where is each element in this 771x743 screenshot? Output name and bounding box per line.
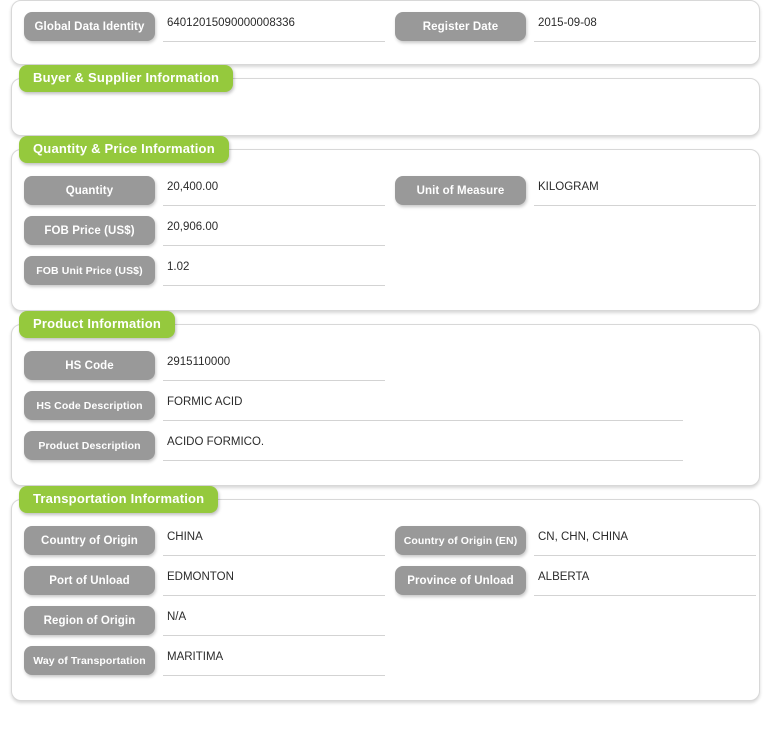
- section-panel-quantity-price: Quantity & Price Information Quantity 20…: [11, 136, 760, 311]
- field-value[interactable]: CHINA: [163, 526, 385, 556]
- trade-record-page: Global Data Identity 6401201509000000833…: [0, 0, 771, 743]
- field-region-of-origin: Region of Origin N/A: [24, 606, 385, 636]
- field-value[interactable]: FORMIC ACID: [163, 391, 683, 421]
- field-global-data-identity: Global Data Identity 6401201509000000833…: [24, 12, 385, 42]
- field-row: Quantity 20,400.00 Unit of Measure KILOG…: [12, 176, 759, 216]
- field-row: HS Code Description FORMIC ACID: [12, 391, 759, 431]
- field-value[interactable]: N/A: [163, 606, 385, 636]
- field-value[interactable]: MARITIMA: [163, 646, 385, 676]
- field-value[interactable]: 2015-09-08: [534, 12, 756, 42]
- field-row: FOB Unit Price (US$) 1.02: [12, 256, 759, 296]
- field-label: Register Date: [395, 12, 526, 41]
- field-label: Country of Origin (EN): [395, 526, 526, 555]
- field-value[interactable]: 64012015090000008336: [163, 12, 385, 42]
- field-label: Port of Unload: [24, 566, 155, 595]
- field-label: Unit of Measure: [395, 176, 526, 205]
- section-rows-quantity-price: Quantity 20,400.00 Unit of Measure KILOG…: [12, 176, 759, 296]
- field-label: FOB Price (US$): [24, 216, 155, 245]
- section-panel-transportation: Transportation Information Country of Or…: [11, 486, 760, 701]
- field-hs-code-description: HS Code Description FORMIC ACID: [24, 391, 683, 421]
- field-unit-of-measure: Unit of Measure KILOGRAM: [395, 176, 756, 206]
- field-way-of-transportation: Way of Transportation MARITIMA: [24, 646, 385, 676]
- field-value[interactable]: ACIDO FORMICO.: [163, 431, 683, 461]
- field-value[interactable]: 1.02: [163, 256, 385, 286]
- field-label: Way of Transportation: [24, 646, 155, 675]
- field-fob-unit-price: FOB Unit Price (US$) 1.02: [24, 256, 385, 286]
- field-hs-code: HS Code 2915110000: [24, 351, 385, 381]
- field-label: Product Description: [24, 431, 155, 460]
- field-register-date: Register Date 2015-09-08: [395, 12, 756, 42]
- field-row: Global Data Identity 6401201509000000833…: [12, 12, 759, 52]
- field-row: Country of Origin CHINA Country of Origi…: [12, 526, 759, 566]
- field-value[interactable]: KILOGRAM: [534, 176, 756, 206]
- field-product-description: Product Description ACIDO FORMICO.: [24, 431, 683, 461]
- field-row: Port of Unload EDMONTON Province of Unlo…: [12, 566, 759, 606]
- field-row: FOB Price (US$) 20,906.00: [12, 216, 759, 256]
- section-rows-buyer-supplier: [12, 101, 759, 117]
- field-province-of-unload: Province of Unload ALBERTA: [395, 566, 756, 596]
- field-label: FOB Unit Price (US$): [24, 256, 155, 285]
- field-value[interactable]: CN, CHN, CHINA: [534, 526, 756, 556]
- field-value[interactable]: EDMONTON: [163, 566, 385, 596]
- field-value[interactable]: 20,400.00: [163, 176, 385, 206]
- section-title-buyer-supplier: Buyer & Supplier Information: [19, 65, 234, 92]
- field-value[interactable]: 20,906.00: [163, 216, 385, 246]
- field-quantity: Quantity 20,400.00: [24, 176, 385, 206]
- field-port-of-unload: Port of Unload EDMONTON: [24, 566, 385, 596]
- field-row: Product Description ACIDO FORMICO.: [12, 431, 759, 471]
- section-panel-product: Product Information HS Code 2915110000 H…: [11, 311, 760, 486]
- field-label: HS Code Description: [24, 391, 155, 420]
- section-title-product: Product Information: [19, 311, 176, 338]
- field-row: Region of Origin N/A: [12, 606, 759, 646]
- field-row: HS Code 2915110000: [12, 351, 759, 391]
- section-title-transportation: Transportation Information: [19, 486, 219, 513]
- field-label: Quantity: [24, 176, 155, 205]
- section-rows-transportation: Country of Origin CHINA Country of Origi…: [12, 526, 759, 686]
- field-value[interactable]: ALBERTA: [534, 566, 756, 596]
- field-country-of-origin: Country of Origin CHINA: [24, 526, 385, 556]
- field-value[interactable]: 2915110000: [163, 351, 385, 381]
- field-row: Way of Transportation MARITIMA: [12, 646, 759, 686]
- section-title-quantity-price: Quantity & Price Information: [19, 136, 229, 163]
- field-label: Global Data Identity: [24, 12, 155, 41]
- identity-panel: Global Data Identity 6401201509000000833…: [11, 0, 760, 65]
- field-label: Country of Origin: [24, 526, 155, 555]
- identity-rows: Global Data Identity 6401201509000000833…: [12, 12, 759, 52]
- field-fob-price: FOB Price (US$) 20,906.00: [24, 216, 385, 246]
- section-rows-product: HS Code 2915110000 HS Code Description F…: [12, 351, 759, 471]
- field-label: HS Code: [24, 351, 155, 380]
- section-panel-buyer-supplier: Buyer & Supplier Information: [11, 65, 760, 136]
- field-label: Province of Unload: [395, 566, 526, 595]
- field-label: Region of Origin: [24, 606, 155, 635]
- field-country-of-origin-en: Country of Origin (EN) CN, CHN, CHINA: [395, 526, 756, 556]
